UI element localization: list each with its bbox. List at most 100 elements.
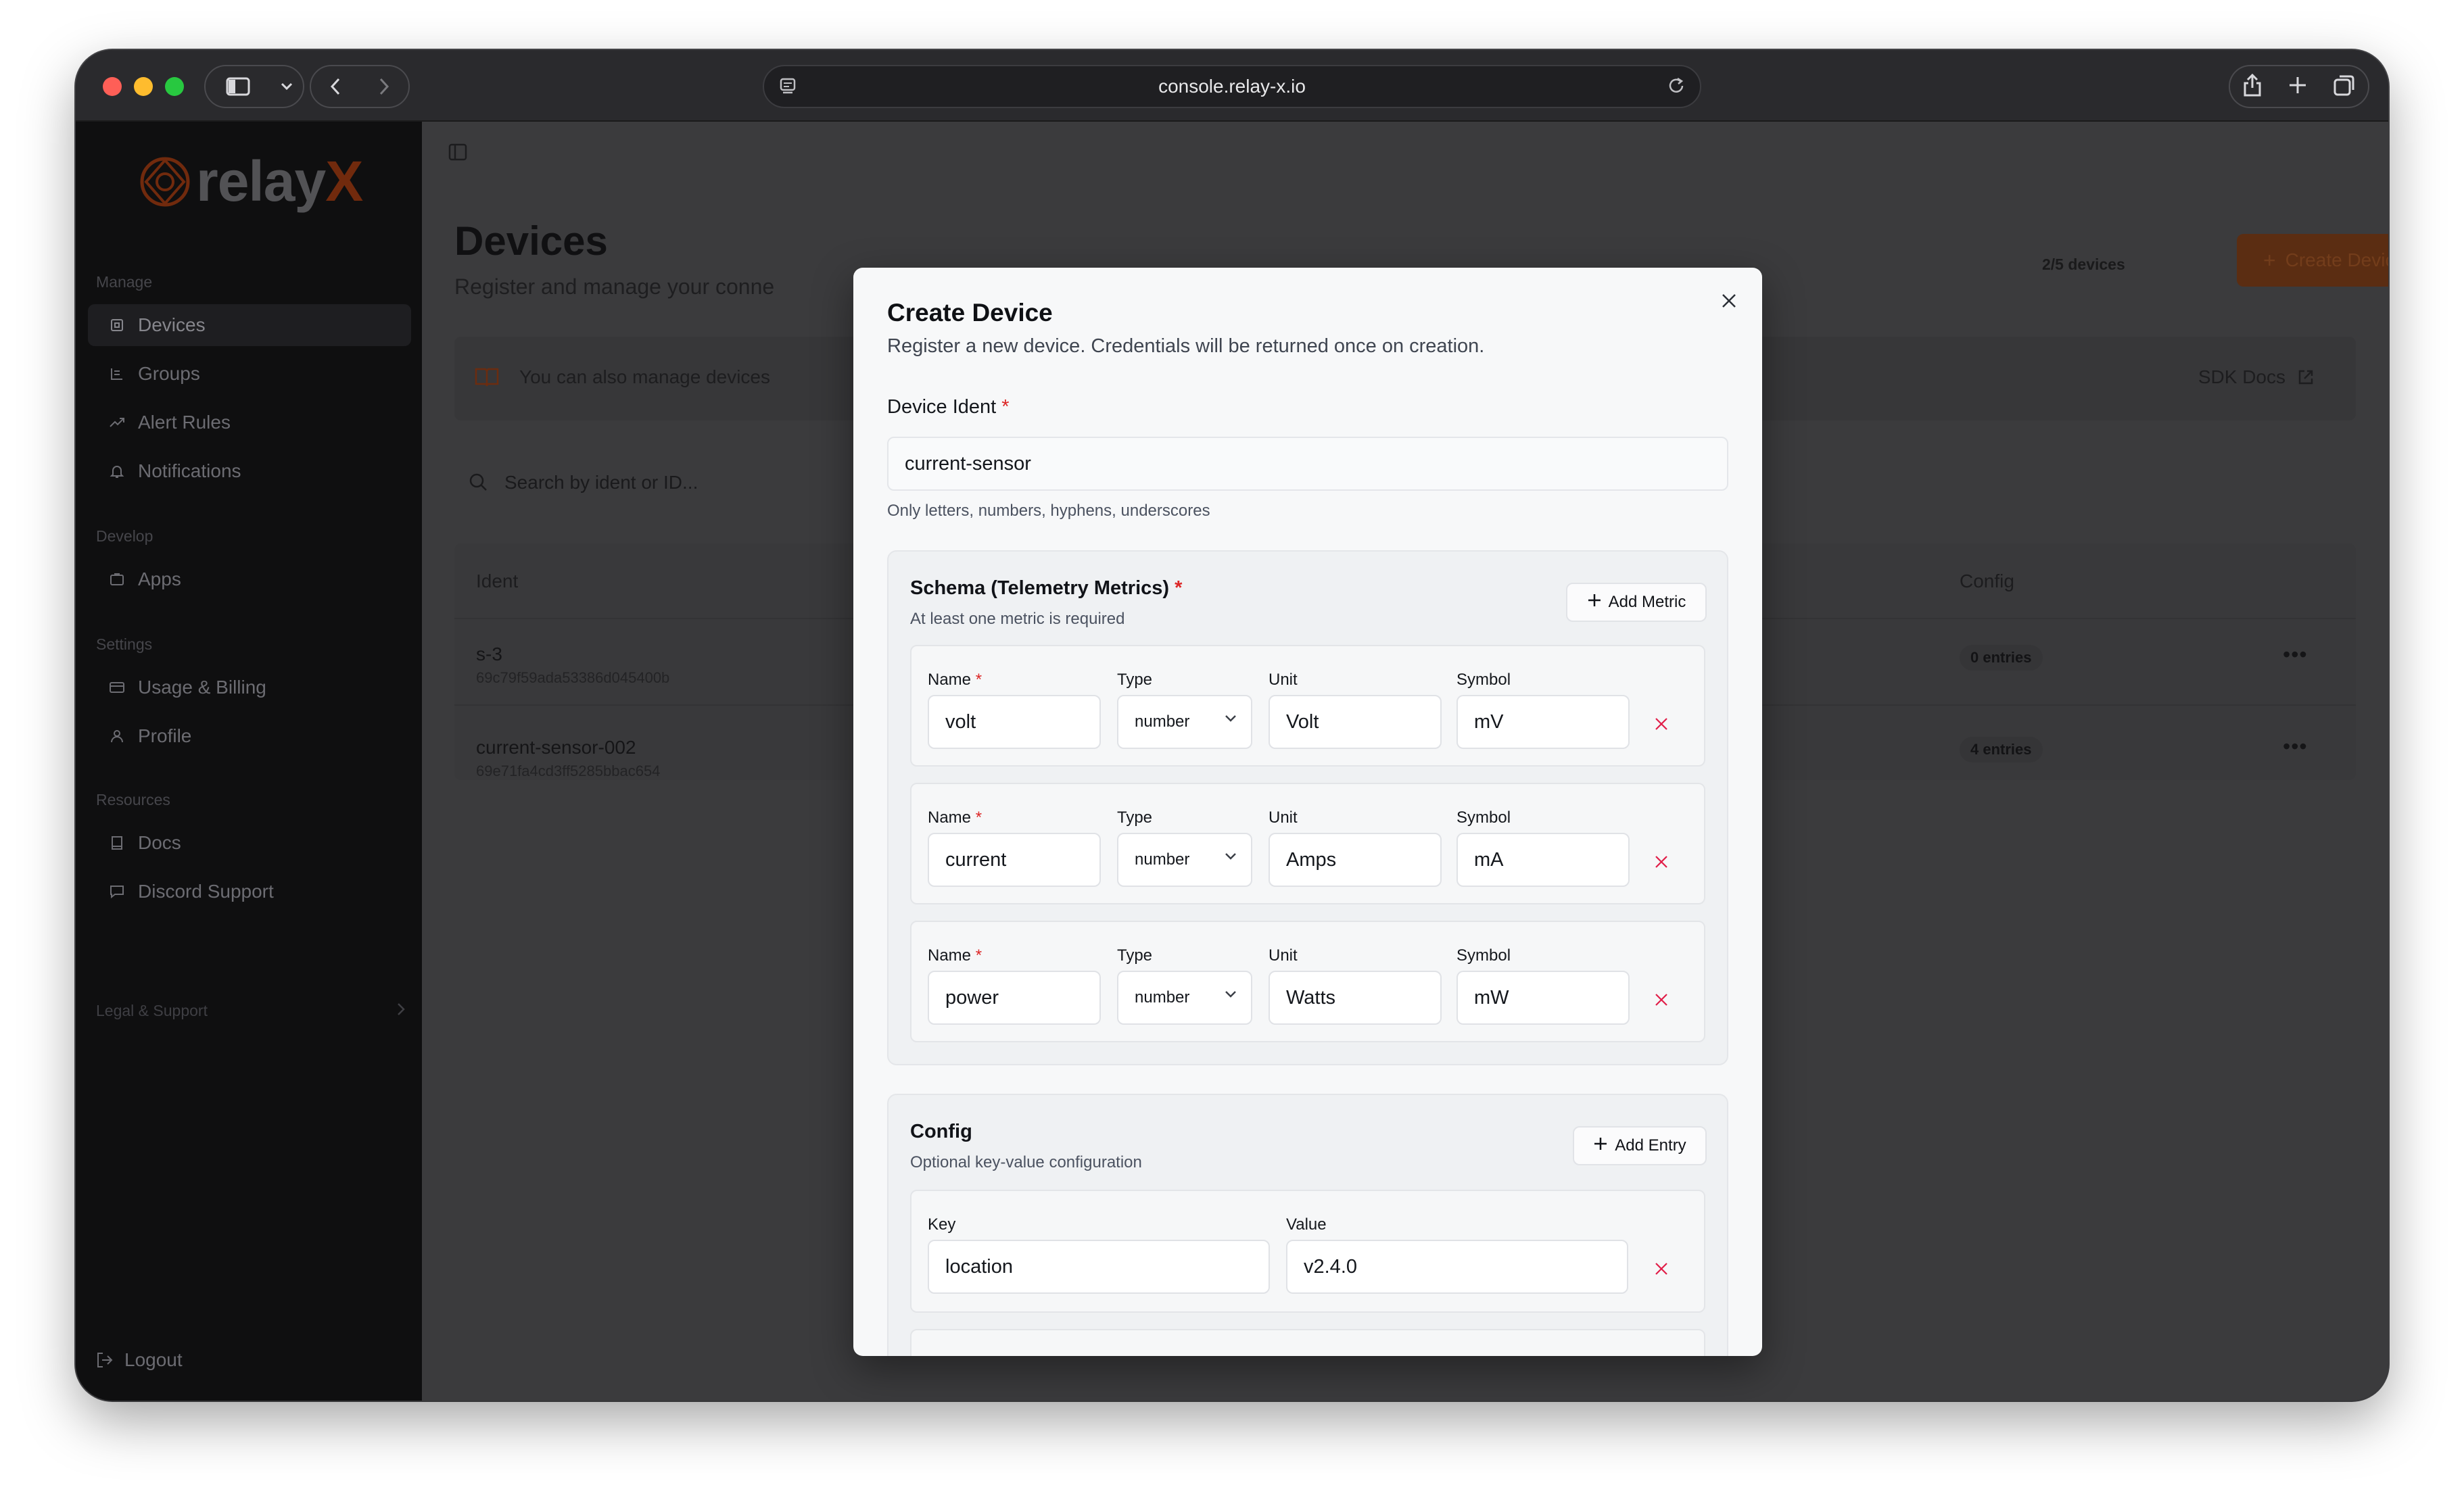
sidebar-item-label: Profile (138, 725, 192, 746)
config-key-input[interactable]: location (928, 1240, 1270, 1294)
sidebar-item-profile[interactable]: Profile (88, 715, 411, 757)
relayx-logo[interactable]: relayX (137, 149, 363, 214)
unit-label: Unit (1269, 946, 1298, 965)
nav-section-resources: Resources (96, 791, 170, 808)
new-tab-icon[interactable] (2288, 75, 2308, 99)
plus-icon (1593, 1136, 1608, 1156)
schema-subtitle: At least one metric is required (910, 610, 1125, 628)
device-ident-field[interactable]: current-sensor (887, 437, 1728, 491)
row-actions-button[interactable]: ••• (2283, 642, 2308, 667)
logout-button[interactable]: Logout (96, 1349, 183, 1371)
metric-symbol-input[interactable]: mA (1456, 833, 1630, 887)
metric-symbol-input[interactable]: mW (1456, 971, 1630, 1025)
row-ident[interactable]: current-sensor-002 (476, 737, 636, 758)
reload-icon[interactable] (1666, 76, 1686, 99)
sidebar-item-usage-billing[interactable]: Usage & Billing (88, 667, 411, 708)
device-ident-hint: Only letters, numbers, hyphens, undersco… (887, 502, 1210, 520)
device-count: 2/5 devices (2042, 256, 2125, 273)
add-metric-button[interactable]: Add Metric (1566, 583, 1707, 622)
share-icon[interactable] (2242, 73, 2262, 101)
chat-icon (108, 883, 126, 900)
legal-support-toggle[interactable]: Legal & Support (96, 1002, 406, 1020)
symbol-label: Symbol (1456, 808, 1511, 827)
create-device-button[interactable]: + Create Device (2237, 234, 2388, 287)
config-badge: 4 entries (1960, 737, 2043, 762)
logo-text: relay (196, 149, 326, 213)
metric-symbol-input[interactable]: mV (1456, 695, 1630, 749)
device-ident-label: Device Ident * (887, 396, 1010, 418)
metric-type-select[interactable]: number (1117, 971, 1252, 1025)
metric-row: Name * Type Unit Symbol volt number Volt… (910, 645, 1705, 767)
add-entry-button[interactable]: Add Entry (1573, 1126, 1707, 1165)
sidebar-item-discord-support[interactable]: Discord Support (88, 871, 411, 913)
schema-section: Schema (Telemetry Metrics) * At least on… (887, 550, 1728, 1065)
remove-entry-icon[interactable] (1654, 1261, 1669, 1280)
browser-window: console.relay-x.io relayX Manage Devices… (76, 50, 2388, 1401)
sdk-docs-link[interactable]: SDK Docs (2198, 366, 2315, 388)
metric-type-select[interactable]: number (1117, 695, 1252, 749)
type-label: Type (1117, 946, 1153, 965)
chevron-right-icon (379, 78, 389, 95)
metric-row: Name * Type Unit Symbol current number A… (910, 783, 1705, 904)
config-entry-row (910, 1329, 1705, 1356)
dialog-description: Register a new device. Credentials will … (887, 335, 1485, 357)
panel-toggle-icon[interactable] (448, 142, 468, 166)
sidebar-icon (226, 77, 250, 96)
config-section: Config Optional key-value configuration … (887, 1094, 1728, 1356)
row-ident[interactable]: s-3 (476, 644, 502, 665)
unit-label: Unit (1269, 808, 1298, 827)
search-icon (468, 472, 488, 495)
card-icon (108, 679, 126, 696)
metric-type-select[interactable]: number (1117, 833, 1252, 887)
sidebar: relayX Manage Devices Groups Alert Rules… (76, 122, 422, 1401)
remove-metric-icon[interactable] (1654, 717, 1669, 735)
user-icon (108, 727, 126, 745)
metric-unit-input[interactable]: Amps (1269, 833, 1442, 887)
search-placeholder: Search by ident or ID... (504, 472, 698, 493)
logo-accent: X (325, 149, 363, 213)
page-title: Devices (454, 218, 608, 264)
sidebar-item-apps[interactable]: Apps (88, 558, 411, 600)
remove-metric-icon[interactable] (1654, 992, 1669, 1011)
forward-button[interactable] (360, 66, 408, 107)
config-title: Config (910, 1121, 972, 1142)
sidebar-item-devices[interactable]: Devices (88, 304, 411, 346)
back-button[interactable] (311, 66, 360, 107)
zoom-window-button[interactable] (165, 77, 184, 96)
tab-overview-icon[interactable] (2333, 74, 2356, 100)
close-icon[interactable] (1720, 292, 1738, 313)
sidebar-item-docs[interactable]: Docs (88, 822, 411, 864)
add-metric-label: Add Metric (1608, 593, 1686, 611)
sidebar-toggle-button[interactable] (206, 66, 270, 107)
create-device-dialog: Create Device Register a new device. Cre… (853, 268, 1762, 1356)
metric-name-input[interactable]: volt (928, 695, 1101, 749)
name-label: Name * (928, 671, 982, 689)
metric-name-input[interactable]: power (928, 971, 1101, 1025)
metric-type-value: number (1135, 850, 1190, 869)
metric-name-input[interactable]: current (928, 833, 1101, 887)
value-label: Value (1286, 1215, 1327, 1234)
chevron-down-icon (1225, 853, 1236, 860)
sidebar-item-label: Groups (138, 363, 200, 384)
sidebar-item-groups[interactable]: Groups (88, 353, 411, 395)
metric-unit-input[interactable]: Watts (1269, 971, 1442, 1025)
close-window-button[interactable] (103, 77, 122, 96)
config-value-input[interactable]: v2.4.0 (1286, 1240, 1628, 1294)
url-text[interactable]: console.relay-x.io (764, 66, 1700, 107)
column-header-ident: Ident (476, 571, 519, 591)
key-label: Key (928, 1215, 956, 1234)
remove-metric-icon[interactable] (1654, 854, 1669, 873)
row-id: 69c79f59ada53386d045400b (476, 669, 670, 686)
legal-support-label: Legal & Support (96, 1002, 208, 1019)
tab-menu-button[interactable] (270, 66, 303, 107)
book-open-icon (475, 366, 499, 390)
minimize-window-button[interactable] (134, 77, 153, 96)
nav-section-manage: Manage (96, 273, 153, 291)
add-entry-label: Add Entry (1615, 1136, 1686, 1155)
sidebar-item-alert-rules[interactable]: Alert Rules (88, 402, 411, 443)
address-bar[interactable]: console.relay-x.io (763, 65, 1701, 108)
info-text: You can also manage devices (519, 366, 770, 387)
sidebar-item-notifications[interactable]: Notifications (88, 450, 411, 492)
metric-unit-input[interactable]: Volt (1269, 695, 1442, 749)
row-actions-button[interactable]: ••• (2283, 734, 2308, 759)
